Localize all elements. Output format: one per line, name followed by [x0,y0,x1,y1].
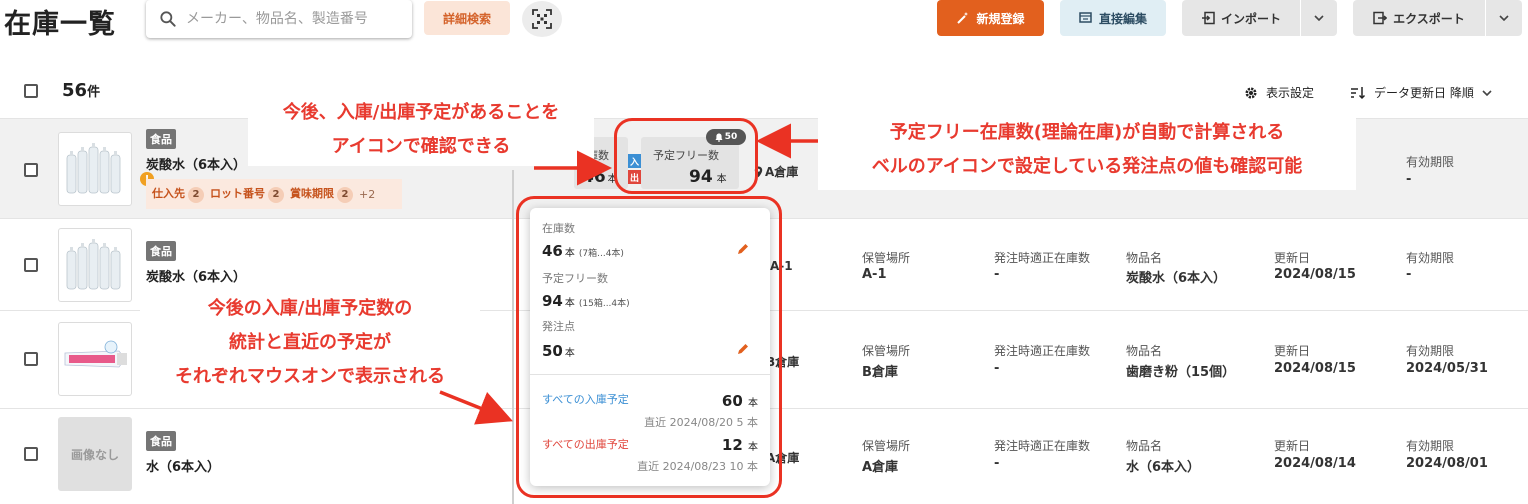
arrow-to-popup [439,390,513,425]
annotation-arrows [439,123,818,425]
